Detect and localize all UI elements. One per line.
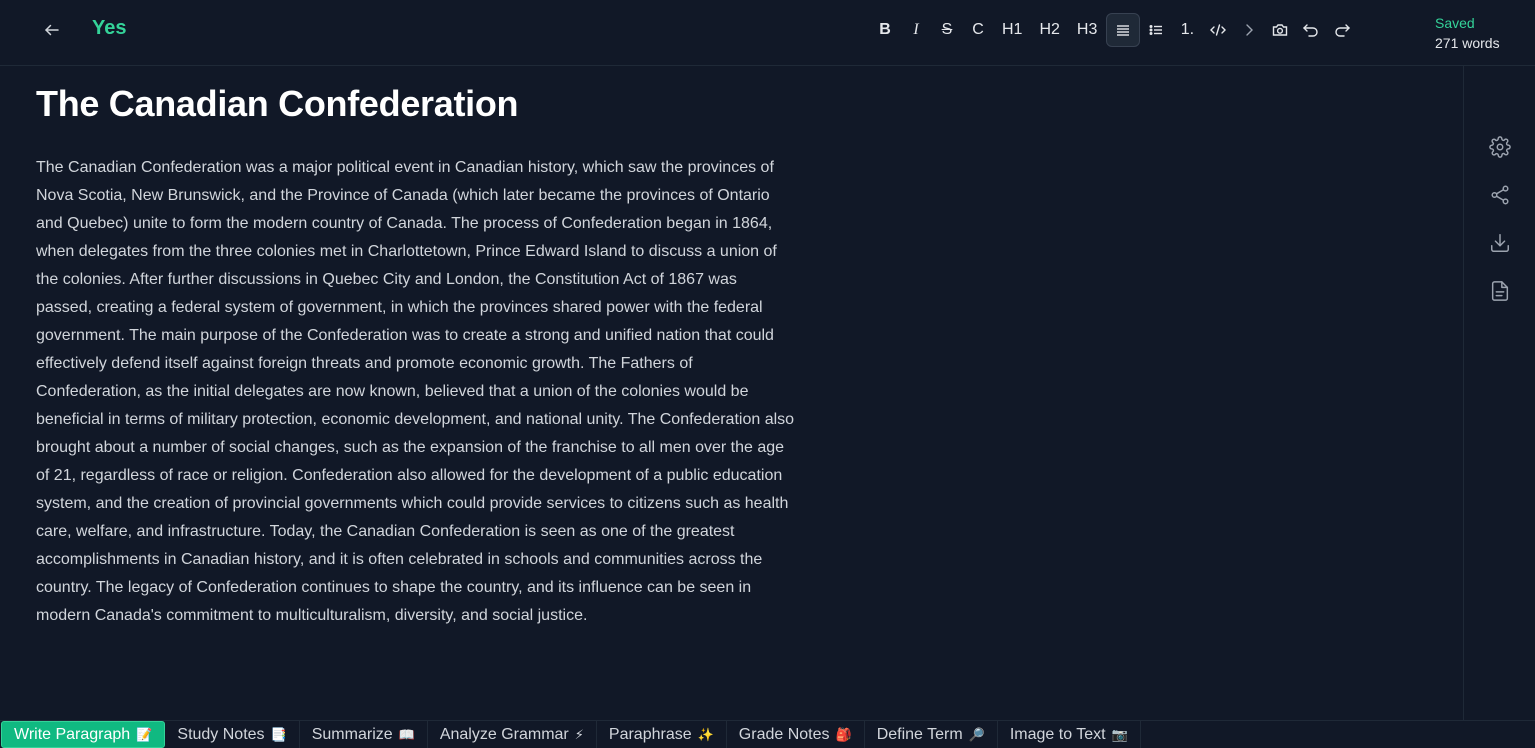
chevron-right-icon	[1246, 24, 1254, 36]
bullet-list-icon	[1149, 25, 1163, 35]
save-status: Saved 271 words	[1435, 13, 1500, 53]
tab-label: Study Notes	[177, 725, 265, 743]
tab-define-term[interactable]: Define Term 🔎	[865, 721, 998, 748]
document-paragraph[interactable]: The Canadian Confederation was a major p…	[36, 154, 796, 630]
heading-2-button[interactable]: H2	[1031, 13, 1067, 47]
download-button[interactable]	[1488, 231, 1512, 255]
sparkles-icon: ✨	[697, 726, 714, 742]
tab-analyze-grammar[interactable]: Analyze Grammar ⚡	[428, 721, 597, 748]
page-title[interactable]: The Canadian Confederation	[36, 84, 806, 124]
tab-grade-notes[interactable]: Grade Notes 🎒	[727, 721, 865, 748]
share-icon	[1491, 185, 1509, 205]
editor[interactable]: The Canadian Confederation The Canadian …	[36, 84, 806, 630]
tab-summarize[interactable]: Summarize 📖	[300, 721, 428, 748]
settings-button[interactable]	[1488, 135, 1512, 159]
tab-image-to-text[interactable]: Image to Text 📷	[998, 721, 1141, 748]
camera-icon	[1273, 24, 1288, 36]
tab-write-paragraph[interactable]: Write Paragraph 📝	[1, 721, 166, 748]
paragraph-icon	[1117, 25, 1130, 36]
memo-icon: 📝	[136, 726, 153, 742]
tab-study-notes[interactable]: Study Notes 📑	[165, 721, 300, 748]
back-arrow-icon[interactable]	[38, 16, 66, 44]
document-button[interactable]	[1488, 279, 1512, 303]
camera-button[interactable]	[1265, 13, 1295, 47]
redo-icon	[1335, 24, 1351, 37]
lightning-icon: ⚡	[574, 726, 584, 742]
tab-label: Image to Text	[1009, 725, 1106, 743]
redo-button[interactable]	[1327, 13, 1357, 47]
chevron-right-button[interactable]	[1234, 13, 1264, 47]
document-name[interactable]: Yes	[92, 17, 126, 40]
gear-icon	[1489, 136, 1511, 158]
code-block-button[interactable]	[1203, 13, 1233, 47]
heading-3-button[interactable]: H3	[1069, 13, 1105, 47]
undo-icon	[1303, 24, 1319, 37]
tool-tabs: Write Paragraph 📝 Study Notes 📑 Summarize 📖…	[0, 720, 1535, 748]
paragraph-button[interactable]	[1106, 13, 1141, 47]
tab-label: Define Term	[876, 725, 963, 743]
tab-label: Paraphrase	[608, 725, 692, 743]
bookmark-tabs-icon: 📑	[270, 726, 287, 742]
file-text-icon	[1491, 281, 1509, 301]
magnifier-icon: 🔎	[968, 726, 985, 742]
italic-button[interactable]: I	[901, 13, 931, 47]
word-count: 271 words	[1435, 35, 1500, 51]
backpack-icon: 🎒	[835, 726, 852, 742]
header: Yes B I S C H1 H2 H3 1. Saved 271 words	[0, 0, 1535, 66]
tab-label: Summarize	[311, 725, 393, 743]
undo-button[interactable]	[1296, 13, 1326, 47]
code-block-icon	[1210, 24, 1227, 36]
tab-paraphrase[interactable]: Paraphrase ✨	[597, 721, 727, 748]
heading-1-button[interactable]: H1	[994, 13, 1030, 47]
strikethrough-button[interactable]: S	[932, 13, 962, 47]
bold-button[interactable]: B	[870, 13, 900, 47]
tab-label: Write Paragraph	[14, 725, 131, 743]
download-icon	[1491, 234, 1509, 252]
camera-icon: 📷	[1111, 726, 1128, 742]
bullet-list-button[interactable]	[1141, 13, 1171, 47]
open-book-icon: 📖	[398, 726, 415, 742]
saved-indicator: Saved	[1435, 15, 1475, 31]
right-sidebar	[1463, 66, 1535, 720]
formatting-toolbar: B I S C H1 H2 H3 1.	[870, 13, 1358, 47]
tab-label: Analyze Grammar	[439, 725, 569, 743]
tab-label: Grade Notes	[738, 725, 830, 743]
code-button[interactable]: C	[963, 13, 993, 47]
share-button[interactable]	[1488, 183, 1512, 207]
ordered-list-button[interactable]: 1.	[1172, 13, 1202, 47]
